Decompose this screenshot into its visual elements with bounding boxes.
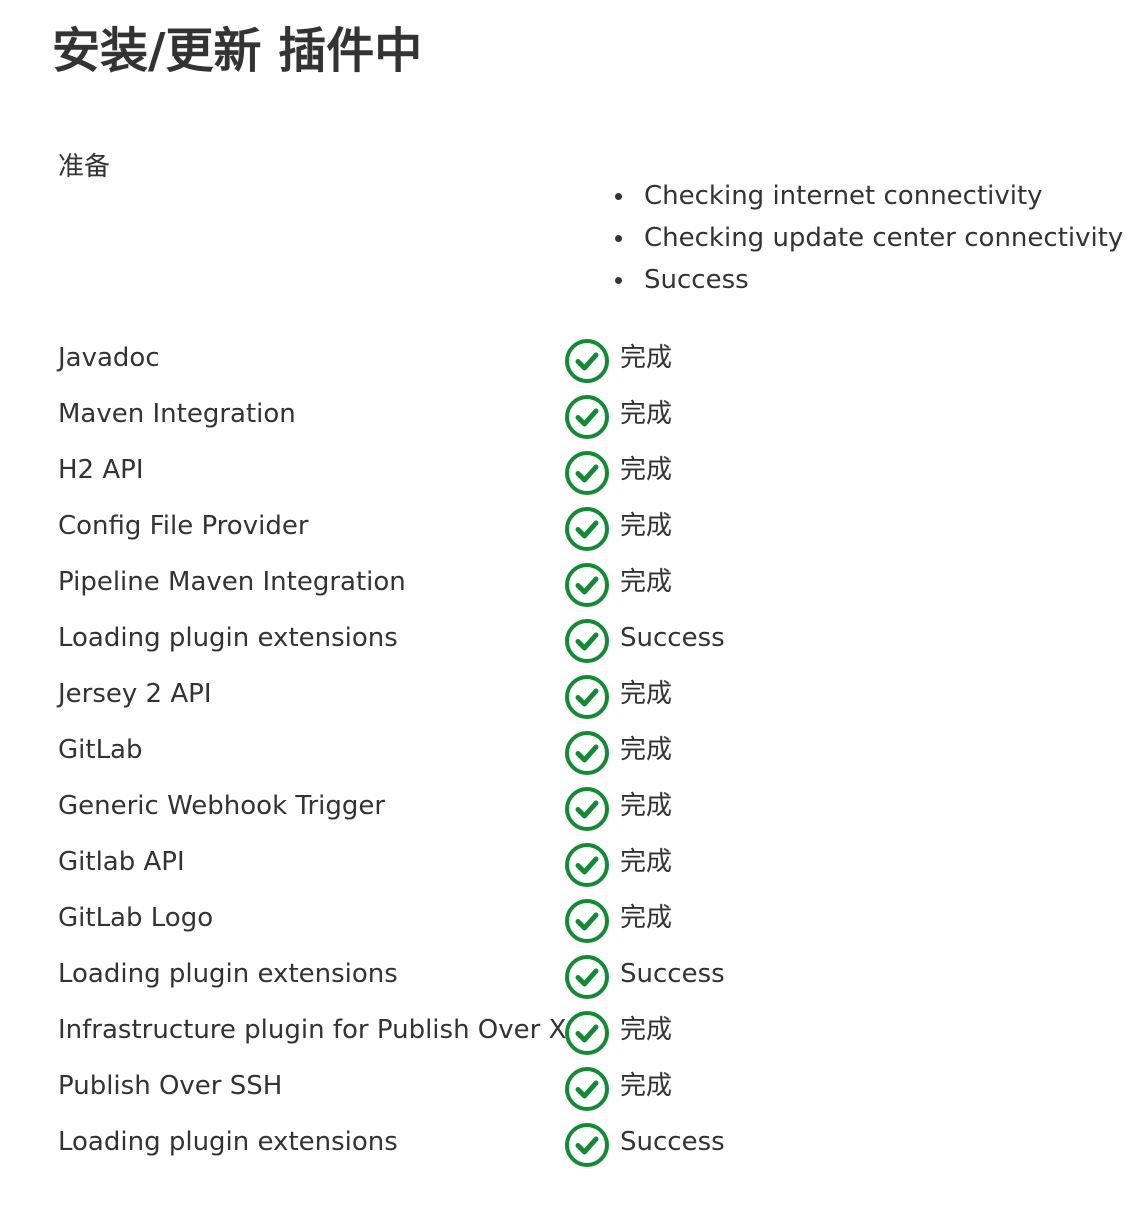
plugin-status: Success (620, 959, 725, 989)
check-item: Checking internet connectivity (606, 175, 1123, 217)
check-circle-icon (564, 1010, 610, 1056)
plugin-name: GitLab Logo (58, 903, 214, 933)
check-item: Checking update center connectivity (606, 217, 1123, 259)
plugin-name: Loading plugin extensions (58, 623, 398, 653)
plugin-name: Infrastructure plugin for Publish Over X (58, 1015, 567, 1045)
plugin-name: Config File Provider (58, 511, 309, 541)
plugin-status: 完成 (620, 455, 673, 485)
check-circle-icon (564, 506, 610, 552)
plugin-row: Maven Integration 完成 (0, 386, 1140, 442)
plugin-row: Jersey 2 API 完成 (0, 666, 1140, 722)
plugin-row: Loading plugin extensions Success (0, 1114, 1140, 1170)
plugin-name: H2 API (58, 455, 144, 485)
bullet-icon (615, 235, 622, 242)
plugin-name: Publish Over SSH (58, 1071, 283, 1101)
plugin-row: Publish Over SSH 完成 (0, 1058, 1140, 1114)
check-circle-icon (564, 394, 610, 440)
check-circle-icon (564, 954, 610, 1000)
plugin-name: GitLab (58, 735, 143, 765)
plugin-row: Generic Webhook Trigger 完成 (0, 778, 1140, 834)
page-title: 安装/更新 插件中 (52, 23, 423, 79)
plugin-status: Success (620, 1127, 725, 1157)
plugin-status: 完成 (620, 511, 673, 541)
check-circle-icon (564, 674, 610, 720)
check-circle-icon (564, 338, 610, 384)
plugin-row: GitLab 完成 (0, 722, 1140, 778)
plugin-name: Javadoc (58, 343, 160, 373)
check-circle-icon (564, 1122, 610, 1168)
plugin-status: 完成 (620, 1071, 673, 1101)
check-item: Success (606, 259, 1123, 301)
plugin-row: Pipeline Maven Integration 完成 (0, 554, 1140, 610)
plugin-status: 完成 (620, 903, 673, 933)
plugin-name: Loading plugin extensions (58, 959, 398, 989)
plugin-name: Jersey 2 API (58, 679, 212, 709)
bullet-icon (615, 277, 622, 284)
plugin-status: 完成 (620, 1015, 673, 1045)
check-circle-icon (564, 842, 610, 888)
plugin-row: Loading plugin extensions Success (0, 610, 1140, 666)
plugin-row: H2 API 完成 (0, 442, 1140, 498)
check-circle-icon (564, 786, 610, 832)
connectivity-check-list: Checking internet connectivity Checking … (606, 175, 1123, 301)
check-circle-icon (564, 618, 610, 664)
check-item-label: Success (644, 265, 749, 295)
check-item-label: Checking internet connectivity (644, 181, 1043, 211)
plugin-name: Gitlab API (58, 847, 185, 877)
plugin-status: 完成 (620, 735, 673, 765)
plugin-row: Javadoc 完成 (0, 330, 1140, 386)
plugin-name: Loading plugin extensions (58, 1127, 398, 1157)
plugin-row: Loading plugin extensions Success (0, 946, 1140, 1002)
check-circle-icon (564, 562, 610, 608)
plugin-row: GitLab Logo 完成 (0, 890, 1140, 946)
check-circle-icon (564, 898, 610, 944)
plugin-status: 完成 (620, 567, 673, 597)
plugin-name: Pipeline Maven Integration (58, 567, 406, 597)
check-circle-icon (564, 730, 610, 776)
plugin-install-list: Javadoc 完成 Maven Integration 完成 H2 API 完成 Conf… (0, 330, 1140, 1170)
plugin-name: Generic Webhook Trigger (58, 791, 386, 821)
plugin-name: Maven Integration (58, 399, 296, 429)
plugin-status: Success (620, 623, 725, 653)
check-item-label: Checking update center connectivity (644, 223, 1124, 253)
plugin-status: 完成 (620, 847, 673, 877)
plugin-status: 完成 (620, 399, 673, 429)
plugin-row: Infrastructure plugin for Publish Over X… (0, 1002, 1140, 1058)
plugin-status: 完成 (620, 343, 673, 373)
plugin-row: Config File Provider 完成 (0, 498, 1140, 554)
plugin-row: Gitlab API 完成 (0, 834, 1140, 890)
bullet-icon (615, 193, 622, 200)
plugin-status: 完成 (620, 679, 673, 709)
check-circle-icon (564, 450, 610, 496)
plugin-status: 完成 (620, 791, 673, 821)
check-circle-icon (564, 1066, 610, 1112)
preparation-label: 准备 (58, 152, 111, 182)
